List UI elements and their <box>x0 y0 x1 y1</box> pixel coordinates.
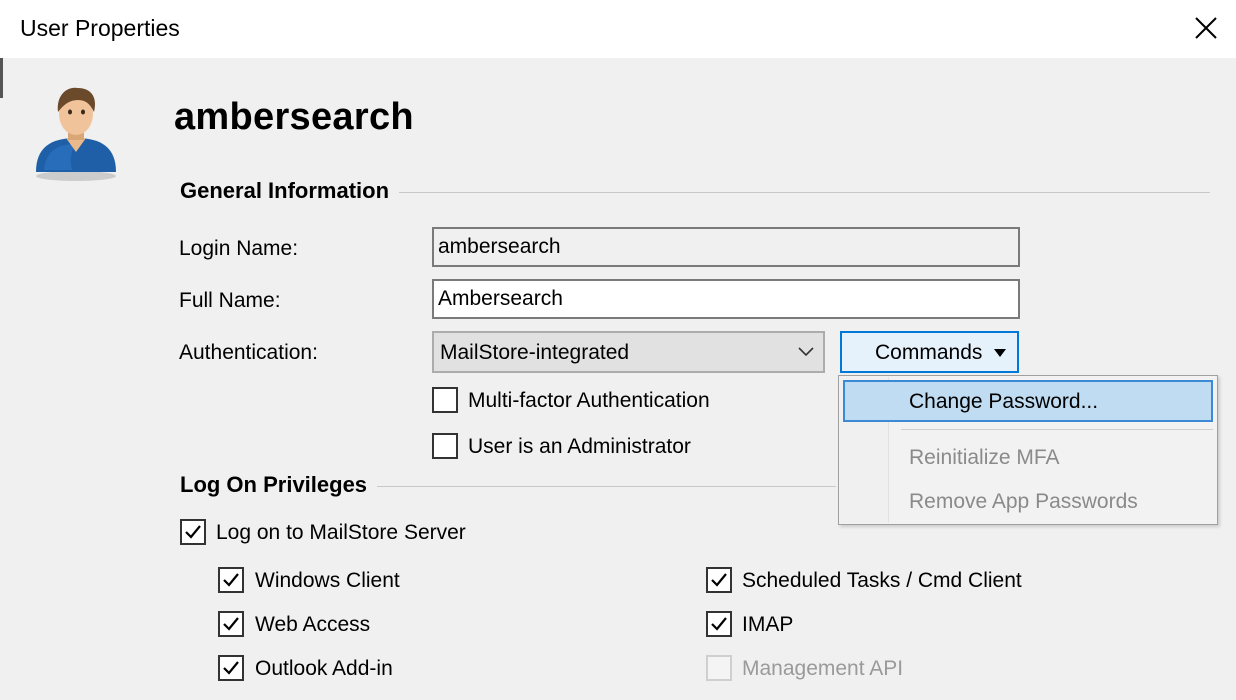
dropdown-arrow-icon <box>994 349 1006 357</box>
administrator-checkbox[interactable] <box>432 433 458 459</box>
authentication-label: Authentication: <box>179 341 318 364</box>
log-on-privileges-group: Log On Privileges <box>180 470 836 500</box>
group-divider <box>377 485 836 487</box>
menu-item-label: Change Password... <box>909 390 1099 413</box>
general-information-group: General Information <box>180 176 1210 206</box>
administrator-label: User is an Administrator <box>468 435 691 458</box>
close-icon <box>1195 17 1217 39</box>
chevron-down-icon <box>798 347 814 357</box>
commands-button-label: Commands <box>875 341 983 364</box>
menu-item-reinitialize-mfa[interactable]: Reinitialize MFA <box>843 436 1213 478</box>
login-name-field[interactable]: ambersearch <box>432 227 1020 267</box>
windows-client-checkbox[interactable] <box>218 567 244 593</box>
menu-item-label: Remove App Passwords <box>909 490 1138 513</box>
general-information-heading: General Information <box>180 178 390 203</box>
mfa-checkbox[interactable] <box>432 387 458 413</box>
authentication-dropdown[interactable]: MailStore-integrated <box>432 331 825 373</box>
full-name-label: Full Name: <box>179 289 281 312</box>
outlook-addin-checkbox[interactable] <box>218 655 244 681</box>
log-on-privileges-heading: Log On Privileges <box>180 472 368 497</box>
logon-server-label: Log on to MailStore Server <box>216 521 466 544</box>
windows-client-label: Windows Client <box>255 569 400 592</box>
commands-button[interactable]: Commands <box>840 331 1019 373</box>
commands-menu: Change Password... Reinitialize MFA Remo… <box>838 375 1218 525</box>
outlook-addin-label: Outlook Add-in <box>255 657 393 680</box>
scheduled-tasks-checkbox[interactable] <box>706 567 732 593</box>
mfa-label: Multi-factor Authentication <box>468 389 710 412</box>
management-api-checkbox[interactable] <box>706 655 732 681</box>
imap-label: IMAP <box>742 613 794 636</box>
menu-separator <box>901 429 1213 430</box>
web-access-checkbox[interactable] <box>218 611 244 637</box>
web-access-label: Web Access <box>255 613 371 636</box>
menu-item-change-password[interactable]: Change Password... <box>843 380 1213 422</box>
window-edge <box>0 58 3 98</box>
management-api-label: Management API <box>742 657 904 680</box>
user-avatar-icon <box>30 82 122 182</box>
logon-server-checkbox[interactable] <box>180 519 206 545</box>
title-bar: User Properties <box>0 0 1236 58</box>
close-button[interactable] <box>1180 4 1232 52</box>
window-title: User Properties <box>20 15 180 41</box>
menu-item-remove-app-passwords[interactable]: Remove App Passwords <box>843 480 1213 522</box>
login-name-label: Login Name: <box>179 237 299 260</box>
full-name-field[interactable]: Ambersearch <box>432 279 1020 319</box>
imap-checkbox[interactable] <box>706 611 732 637</box>
user-display-name: ambersearch <box>174 96 414 138</box>
group-divider <box>399 191 1210 193</box>
authentication-value: MailStore-integrated <box>440 341 630 364</box>
menu-item-label: Reinitialize MFA <box>909 446 1060 469</box>
scheduled-tasks-label: Scheduled Tasks / Cmd Client <box>742 569 1022 592</box>
